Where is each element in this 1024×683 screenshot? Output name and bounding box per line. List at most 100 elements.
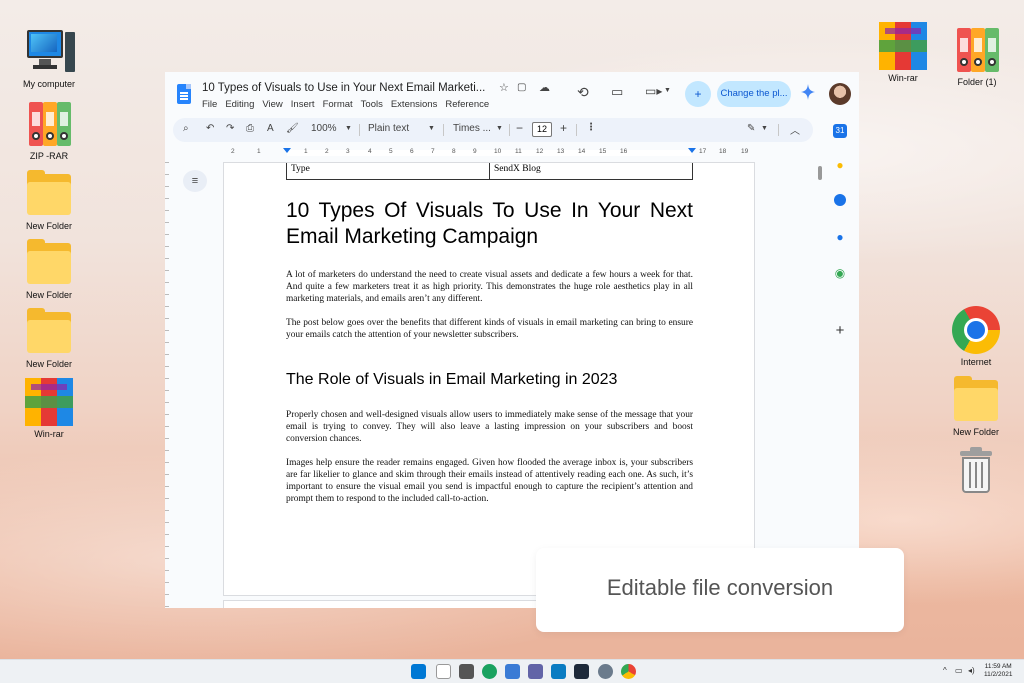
ruler-number: 10 — [494, 148, 502, 155]
ruler-number: 16 — [620, 148, 628, 155]
photos-icon[interactable] — [551, 664, 566, 679]
network-icon[interactable]: ▭ — [955, 666, 963, 675]
document-outline-icon[interactable]: ≡ — [183, 170, 207, 192]
menu-file[interactable]: File — [202, 99, 217, 110]
ruler-number: 1 — [257, 148, 261, 155]
app-icon[interactable] — [574, 664, 589, 679]
desktop-icon-new-folder-4[interactable]: New Folder — [943, 376, 1009, 437]
desktop-icon-my-computer[interactable]: My computer — [16, 28, 82, 89]
avatar[interactable] — [829, 83, 851, 105]
increase-font-size-button[interactable]: + — [560, 121, 567, 135]
menu-insert[interactable]: Insert — [291, 99, 315, 110]
recycle-bin-icon[interactable] — [958, 447, 994, 493]
chrome-icon[interactable] — [621, 664, 636, 679]
left-indent-marker[interactable] — [283, 148, 291, 153]
vertical-ruler — [165, 162, 169, 608]
chevron-down-icon[interactable]: ▼ — [428, 125, 435, 132]
edge-icon[interactable] — [482, 664, 497, 679]
desktop-icon-folder-1[interactable]: Folder (1) — [944, 26, 1010, 87]
maps-icon[interactable]: ◉ — [833, 266, 847, 280]
desktop-icon-new-folder-2[interactable]: New Folder — [16, 239, 82, 300]
menu-reference[interactable]: Reference — [445, 99, 489, 110]
change-plan-button[interactable]: Change the pl... — [717, 81, 791, 107]
add-addon-icon[interactable]: + — [833, 323, 847, 338]
gemini-icon[interactable] — [801, 84, 815, 100]
docs-titlebar: 10 Types of Visuals to Use in Your Next … — [165, 72, 859, 116]
camera-icon[interactable] — [459, 664, 474, 679]
paragraph-style-select[interactable]: Plain text — [368, 123, 409, 134]
redo-icon[interactable]: ↷ — [226, 123, 234, 134]
start-icon[interactable] — [411, 664, 426, 679]
add-person-icon[interactable]: + — [685, 81, 711, 107]
menu-editing[interactable]: Editing — [225, 99, 254, 110]
search-icon[interactable] — [436, 664, 451, 679]
docs-logo-icon[interactable] — [177, 84, 191, 104]
search-icon[interactable]: ⌕ — [183, 123, 189, 134]
desktop-icon-label: Win-rar — [888, 73, 918, 83]
taskbar-clock[interactable]: 11:59 AM 11/2/2021 — [984, 663, 1012, 679]
menu-tools[interactable]: Tools — [361, 99, 383, 110]
menu-extensions[interactable]: Extensions — [391, 99, 437, 110]
ruler-number: 2 — [325, 148, 329, 155]
zoom-select[interactable]: 100% — [311, 123, 337, 134]
star-icon[interactable]: ☆ — [499, 81, 509, 94]
chevron-down-icon[interactable]: ▼ — [664, 87, 671, 94]
ruler-number: 3 — [346, 148, 350, 155]
desktop-icon-new-folder-3[interactable]: New Folder — [16, 308, 82, 369]
desktop-icon-label: New Folder — [25, 359, 72, 369]
ruler-number: 15 — [599, 148, 607, 155]
volume-icon[interactable]: ◂) — [968, 666, 975, 675]
right-indent-marker[interactable] — [688, 148, 696, 153]
chevron-down-icon[interactable]: ▼ — [345, 125, 352, 132]
chevron-down-icon[interactable]: ▼ — [496, 125, 503, 132]
calendar-icon[interactable]: 31 — [833, 124, 847, 138]
editing-mode-pencil-icon[interactable]: ✎ — [747, 123, 755, 134]
ruler-number: 6 — [410, 148, 414, 155]
decrease-font-size-button[interactable]: − — [516, 121, 523, 135]
desktop-icon-internet[interactable]: Internet — [943, 306, 1009, 367]
more-options-icon[interactable]: ⋮ — [586, 122, 596, 133]
desktop-icon-win-rar-right[interactable]: Win-rar — [870, 22, 936, 83]
clock-date: 11/2/2021 — [984, 671, 1013, 678]
undo-icon[interactable]: ↶ — [206, 123, 214, 134]
desktop-icon-zip-rar[interactable]: ZIP -RAR — [16, 100, 82, 161]
tasks-icon[interactable] — [834, 194, 846, 206]
feature-callout: Editable file conversion — [536, 548, 904, 632]
desktop-icon-win-rar-left[interactable]: Win-rar — [16, 378, 82, 439]
keep-icon[interactable]: ● — [833, 158, 847, 172]
move-folder-icon[interactable]: ▢ — [517, 82, 526, 93]
document-title[interactable]: 10 Types of Visuals to Use in Your Next … — [202, 82, 485, 94]
teams-icon[interactable] — [528, 664, 543, 679]
font-select[interactable]: Times ... — [453, 123, 491, 134]
desktop-icon-label: Internet — [960, 357, 992, 367]
version-history-icon[interactable]: ⟲ — [577, 84, 589, 101]
binders-icon — [25, 100, 73, 148]
spellcheck-icon[interactable]: A — [267, 123, 274, 134]
table-cell: Type — [287, 163, 490, 179]
ruler-number: 1 — [304, 148, 308, 155]
document-subheading: The Role of Visuals in Email Marketing i… — [286, 371, 618, 388]
desktop-icon-new-folder-1[interactable]: New Folder — [16, 170, 82, 231]
paragraph: Properly chosen and well-designed visual… — [286, 410, 693, 444]
cloud-status-icon[interactable]: ☁ — [539, 81, 550, 94]
paragraph: A lot of marketers do understand the nee… — [286, 270, 693, 304]
comments-icon[interactable]: ▭ — [611, 84, 623, 100]
meet-video-icon[interactable]: ▭▸ — [645, 84, 662, 98]
hide-menus-chevron-up-icon[interactable]: ︿ — [790, 122, 800, 137]
callout-text: Editable file conversion — [606, 575, 834, 600]
contacts-icon[interactable]: ● — [833, 230, 847, 244]
horizontal-ruler[interactable]: 2 1 1 2 3 4 5 6 7 8 9 10 11 12 13 14 15 … — [223, 148, 755, 158]
print-icon[interactable]: ⎙ — [246, 123, 254, 134]
chevron-up-icon[interactable]: ^ — [943, 666, 947, 675]
settings-icon[interactable] — [598, 664, 613, 679]
paint-format-icon[interactable]: 🖌 — [286, 123, 299, 134]
document-table: Type SendX Blog — [286, 163, 693, 180]
store-icon[interactable] — [505, 664, 520, 679]
menu-view[interactable]: View — [262, 99, 282, 110]
font-size-input[interactable]: 12 — [532, 122, 552, 137]
menu-format[interactable]: Format — [323, 99, 353, 110]
desktop-icon-label: ZIP -RAR — [29, 151, 69, 161]
chevron-down-icon[interactable]: ▼ — [761, 125, 768, 132]
taskbar: ^ ▭ ◂) 11:59 AM 11/2/2021 — [0, 659, 1024, 683]
document-page[interactable]: Type SendX Blog 10 Types Of Visuals To U… — [223, 162, 755, 596]
